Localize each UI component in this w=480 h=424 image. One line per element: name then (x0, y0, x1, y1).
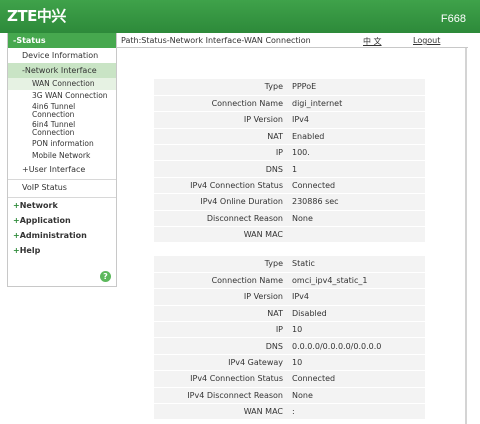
connection-name-value: omci_ipv4_static_1 (287, 272, 425, 290)
table-row: DNS 0.0.0.0/0.0.0.0/0.0.0.0 (154, 337, 425, 355)
table-row: IPv4 Connection Status Connected (154, 370, 425, 388)
disconnect-reason-label: Disconnect Reason (154, 210, 287, 228)
connection-status-label: IPv4 Connection Status (154, 370, 287, 388)
disconnect-reason-value: None (287, 210, 425, 228)
table-row: IPv4 Disconnect Reason None (154, 387, 425, 405)
table-row: Disconnect Reason None (154, 210, 425, 228)
table-row: Type PPPoE (154, 79, 425, 96)
connection-name-value: digi_internet (287, 95, 425, 113)
table-row: Connection Name omci_ipv4_static_1 (154, 272, 425, 290)
gateway-label: IPv4 Gateway (154, 354, 287, 372)
menu-pon-information[interactable]: PON information (8, 138, 116, 150)
table-row: WAN MAC: (154, 403, 425, 421)
menu-wan-connection[interactable]: WAN Connection (8, 78, 116, 90)
online-duration-value: 230886 sec (287, 193, 425, 211)
type-value: PPPoE (287, 79, 425, 96)
expand-plus-icon: + (13, 201, 20, 210)
table-row: IP Version IPv4 (154, 288, 425, 306)
menu-administration-label: Administration (19, 231, 87, 240)
table-row: WAN MAC (154, 226, 425, 244)
expand-plus-icon: + (13, 231, 20, 240)
ip-label: IP (154, 144, 287, 162)
gateway-value: 10 (287, 354, 425, 372)
table-row: IP 100. (154, 144, 425, 162)
table-row: IPv4 Online Duration 230886 sec (154, 193, 425, 211)
wan-mac-label: WAN MAC (154, 226, 287, 244)
connection-status-label: IPv4 Connection Status (154, 177, 287, 195)
disconnect-reason-label: IPv4 Disconnect Reason (154, 387, 287, 405)
menu-3g-wan-connection[interactable]: 3G WAN Connection (8, 90, 116, 102)
expand-plus-icon: + (22, 165, 29, 174)
ip-version-value: IPv4 (287, 288, 425, 306)
connection-name-label: Connection Name (154, 95, 287, 113)
online-duration-label: IPv4 Online Duration (154, 193, 287, 211)
nat-value: Enabled (287, 128, 425, 146)
dns-value: 0.0.0.0/0.0.0.0/0.0.0.0 (287, 337, 425, 355)
wan-mac-value: : (287, 403, 425, 421)
table-row: IPv4 Connection Status Connected (154, 177, 425, 195)
wan-mac-label: WAN MAC (154, 403, 287, 421)
menu-user-interface[interactable]: +User Interface (8, 162, 116, 177)
wan-connection-table-2: Type Static Connection Name omci_ipv4_stat… (154, 256, 425, 421)
disconnect-reason-value: None (287, 387, 425, 405)
logout-link[interactable]: Logout (413, 36, 440, 45)
ip-label: IP (154, 321, 287, 339)
table-row: Connection Name digi_internet (154, 95, 425, 113)
help-icon[interactable]: ? (100, 271, 111, 282)
menu-voip-status[interactable]: VoIP Status (8, 180, 116, 195)
menu-device-information[interactable]: Device Information (8, 48, 116, 63)
type-value: Static (287, 256, 425, 273)
menu-mobile-network[interactable]: Mobile Network (8, 150, 116, 162)
menu-network-label: Network (19, 201, 58, 210)
table-row: NAT Disabled (154, 305, 425, 323)
connection-status-value: Connected (287, 177, 425, 195)
breadcrumb-bar: Path:Status-Network Interface-WAN Connec… (117, 33, 468, 48)
menu-network-interface[interactable]: -Network Interface (8, 63, 116, 78)
ip-value: 100. (287, 144, 425, 162)
ip-version-label: IP Version (154, 288, 287, 306)
dns-label: DNS (154, 337, 287, 355)
table-row: IP Version IPv4 (154, 111, 425, 129)
ip-value: 10 (287, 321, 425, 339)
menu-help[interactable]: +Help (8, 243, 116, 258)
connection-name-label: Connection Name (154, 272, 287, 290)
breadcrumb: Path:Status-Network Interface-WAN Connec… (121, 36, 311, 45)
sidebar-menu: -Status Device Information -Network Inte… (7, 33, 117, 287)
dns-label: DNS (154, 160, 287, 178)
nat-label: NAT (154, 128, 287, 146)
wan-mac-value (287, 226, 425, 244)
menu-administration[interactable]: +Administration (8, 228, 116, 243)
wan-connection-table-1: Type PPPoE Connection Name digi_internet I… (154, 79, 425, 244)
frame-border (465, 48, 467, 424)
table-row: DNS 1 (154, 160, 425, 178)
menu-user-interface-label: User Interface (28, 165, 86, 174)
table-row: IPv4 Gateway 10 (154, 354, 425, 372)
connection-status-value: Connected (287, 370, 425, 388)
ip-version-value: IPv4 (287, 111, 425, 129)
table-row: Type Static (154, 256, 425, 273)
menu-help-label: Help (19, 246, 41, 255)
menu-6in4-tunnel[interactable]: 6in4 Tunnel Connection (8, 120, 98, 138)
type-label: Type (154, 256, 287, 273)
top-header: ZTE中兴 F668 (0, 0, 480, 33)
type-label: Type (154, 79, 287, 96)
nat-value: Disabled (287, 305, 425, 323)
language-link[interactable]: 中 文 (363, 36, 382, 47)
nat-label: NAT (154, 305, 287, 323)
menu-application[interactable]: +Application (8, 213, 116, 228)
table-row: IP 10 (154, 321, 425, 339)
menu-status[interactable]: -Status (8, 33, 116, 48)
expand-plus-icon: + (13, 216, 20, 225)
dns-value: 1 (287, 160, 425, 178)
menu-4in6-tunnel[interactable]: 4in6 Tunnel Connection (8, 102, 98, 120)
table-row: NAT Enabled (154, 128, 425, 146)
expand-plus-icon: + (13, 246, 20, 255)
menu-application-label: Application (19, 216, 71, 225)
ip-version-label: IP Version (154, 111, 287, 129)
menu-network[interactable]: +Network (8, 198, 116, 213)
model-label: F668 (440, 13, 466, 25)
zte-logo: ZTE中兴 (7, 7, 66, 25)
